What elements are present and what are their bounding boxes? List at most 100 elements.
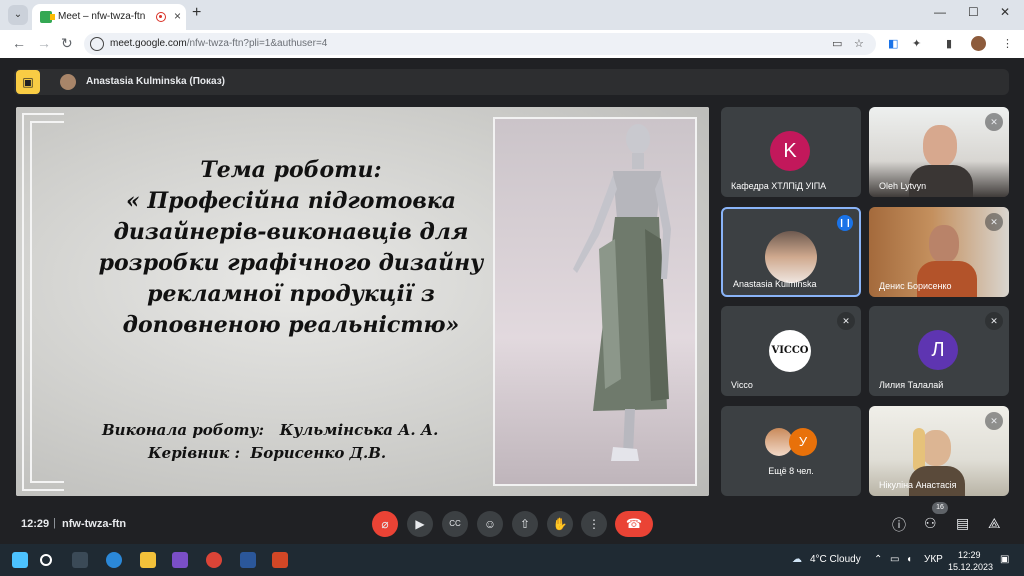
meet-area: ▣ Anastasia Kulminska (Показ) Тема робот… [0,58,1024,544]
participant-tile[interactable]: ✕ Денис Борисенко [869,207,1009,297]
network-icon[interactable]: ▭ [890,554,899,565]
site-info-icon[interactable] [90,37,104,51]
speaking-indicator-icon: ❙❙ [837,215,853,231]
camera-icon[interactable]: ▭ [832,37,842,50]
participant-name: Oleh Lytvyn [879,181,927,191]
browser-tabbar: ⌄ Meet – nfw-twza-ftn × + — ☐ ✕ [0,0,1024,30]
chat-icon[interactable]: ▤ [956,515,969,532]
meeting-info-icon[interactable]: ⓘ [892,515,906,535]
stop-presenting-icon[interactable]: ▣ [16,70,40,94]
url-text: meet.google.com/nfw-twza-ftn?pli=1&authu… [110,38,328,49]
more-participants-tile[interactable]: У Ещё 8 чел. [721,406,861,496]
forward-icon[interactable]: → [37,35,51,51]
slide-title-line: рекламної продукції з [147,281,435,307]
credit-author: Виконала роботу: Кульмінська А. А. [102,421,439,439]
vicco-logo: VICCO [771,345,809,356]
more-participants-label: Ещё 8 чел. [768,466,814,476]
tab-title: Meet – nfw-twza-ftn [58,11,146,22]
reload-icon[interactable]: ↻ [61,35,73,52]
model-image [493,117,697,486]
mic-off-icon: ✕ [985,412,1003,430]
weather-text[interactable]: 4°C Cloudy [810,554,861,565]
participant-tile[interactable]: ✕ Oleh Lytvyn [869,107,1009,197]
participant-logo: VICCO [769,330,811,372]
raise-hand-button[interactable]: ✋ [547,511,573,537]
powerpoint-icon[interactable] [272,552,288,568]
camera-button[interactable]: ▶ [407,511,433,537]
tray-chevron-icon[interactable]: ⌃ [874,554,882,565]
bookmark-star-icon[interactable]: ☆ [854,37,864,50]
notifications-icon[interactable]: ▣ [1000,554,1009,565]
captions-button[interactable]: CC [442,511,468,537]
presenter-avatar [60,74,76,90]
tab-close-icon[interactable]: × [174,9,181,23]
participant-name: Нікуліна Анастасія [879,480,957,490]
input-language[interactable]: УКР [924,554,943,565]
mic-off-icon: ✕ [985,213,1003,231]
file-explorer-icon[interactable] [140,552,156,568]
participant-avatar [765,231,817,283]
clock-time[interactable]: 12:29 [958,550,981,560]
slide-credits: Виконала роботу: Кульмінська А. А. Керів… [102,419,438,465]
tab-search-icon[interactable]: ⌄ [8,5,28,25]
people-icon[interactable]: ⚇ [924,515,937,532]
clock-date[interactable]: 15.12.2023 [948,562,993,572]
browser-toolbar: ← → ↻ meet.google.com/nfw-twza-ftn?pli=1… [0,30,1024,58]
participant-tile[interactable]: ✕ Нікуліна Анастасія [869,406,1009,496]
presentation-bar: ▣ Anastasia Kulminska (Показ) [14,69,1009,95]
task-view-icon[interactable] [72,552,88,568]
mic-off-button[interactable]: ⌀ [372,511,398,537]
slide-title: Тема роботи: « Професійна підготовка диз… [56,155,526,341]
participant-avatar: K [770,131,810,171]
edge-icon[interactable] [106,552,122,568]
start-icon[interactable] [12,552,28,568]
participant-count-badge: 16 [932,502,948,514]
presenter-label: Anastasia Kulminska (Показ) [86,76,225,87]
new-tab-icon[interactable]: + [192,4,201,22]
participant-name: Anastasia Kulminska [733,279,817,289]
profile-avatar[interactable] [971,36,986,51]
maximize-icon[interactable]: ☐ [968,5,979,19]
tab-meet[interactable]: Meet – nfw-twza-ftn × [32,4,186,30]
slide-title-line: розробки графічного дизайну [98,250,484,276]
viber-icon[interactable] [172,552,188,568]
recording-icon [156,12,166,22]
meeting-time: 12:29 [21,518,50,530]
leave-call-button[interactable]: ☎ [615,511,653,537]
shared-slide: Тема роботи: « Професійна підготовка диз… [16,107,709,496]
participant-avatar: У [789,428,817,456]
meeting-code: nfw-twza-ftn [62,518,127,530]
extensions-icon[interactable]: ✦ [912,37,921,50]
address-bar[interactable]: meet.google.com/nfw-twza-ftn?pli=1&authu… [84,33,876,55]
reactions-button[interactable]: ☺ [477,511,503,537]
slide-title-line: Тема роботи: [200,157,382,183]
participant-name: Кафедра ХТЛПіД УІПА [731,181,827,191]
volume-icon[interactable]: ◖ [906,554,912,565]
participant-tile-speaking[interactable]: ❙❙ Anastasia Kulminska [721,207,861,297]
present-button[interactable]: ⇧ [512,511,538,537]
model-figure-icon [573,124,671,461]
participant-avatar: Л [918,330,958,370]
more-options-button[interactable]: ⋮ [581,511,607,537]
slide-title-line: доповненою реальністю» [122,312,460,338]
menu-kebab-icon[interactable]: ⋮ [1002,37,1013,50]
search-icon[interactable] [40,554,52,566]
activities-icon[interactable]: ⟁ [988,515,1001,532]
participant-name: Vicco [731,380,753,390]
minimize-icon[interactable]: — [934,5,946,19]
word-icon[interactable] [240,552,256,568]
chrome-icon[interactable] [206,552,222,568]
participant-tile[interactable]: VICCO ✕ Vicco [721,306,861,396]
mic-off-icon: ✕ [985,312,1003,330]
mic-off-icon: ✕ [985,113,1003,131]
back-icon[interactable]: ← [12,35,26,51]
window-close-icon[interactable]: ✕ [1000,5,1010,19]
credit-supervisor: Керівник : Борисенко Д.В. [148,444,387,462]
slide-title-line: дизайнерів-виконавців для [113,219,469,245]
meet-favicon-icon [40,11,55,23]
weather-icon: ☁ [792,554,802,565]
participant-tile[interactable]: K Кафедра ХТЛПіД УІПА [721,107,861,197]
side-panel-icon[interactable]: ▮ [946,37,952,50]
participant-tile[interactable]: Л ✕ Лилия Талалай [869,306,1009,396]
translate-icon[interactable]: ◧ [888,37,898,50]
